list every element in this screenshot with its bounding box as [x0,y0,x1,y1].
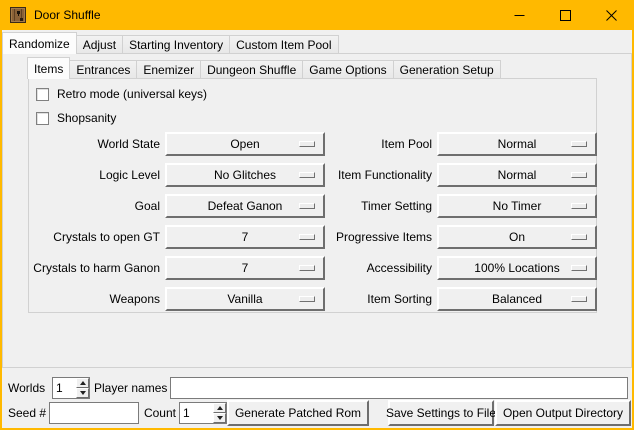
tab-items[interactable]: Items [27,57,70,79]
count-label: Count [136,402,176,424]
dropdown-indicator-icon [571,203,587,209]
world-state-dropdown[interactable]: Open [165,132,325,156]
minimize-icon [514,10,525,21]
dropdown-indicator-icon [299,265,315,271]
tab-custom-item-pool[interactable]: Custom Item Pool [229,35,338,54]
dropdown-indicator-icon [299,203,315,209]
tab-adjust[interactable]: Adjust [76,35,123,54]
open-output-directory-button[interactable]: Open Output Directory [495,400,631,426]
save-settings-button[interactable]: Save Settings to File [388,400,494,426]
count-spinner-arrows [213,403,226,423]
worlds-spinner-arrows [76,378,89,398]
secondary-tab-bar: Items Entrances Enemizer Dungeon Shuffle… [28,57,501,79]
accessibility-dropdown[interactable]: 100% Locations [437,256,597,280]
count-input[interactable] [180,403,212,423]
retro-mode-label: Retro mode (universal keys) [57,87,207,101]
item-sorting-dropdown[interactable]: Balanced [437,287,597,311]
dropdown-indicator-icon [571,296,587,302]
goal-dropdown[interactable]: Defeat Ganon [165,194,325,218]
player-names-input[interactable] [170,377,628,399]
minimize-button[interactable] [496,0,542,30]
item-sorting-label: Item Sorting [320,287,432,311]
window-controls [496,0,634,30]
spin-up-button[interactable] [213,403,226,413]
progressive-items-label: Progressive Items [320,225,432,249]
worlds-spinbox[interactable] [52,377,90,399]
crystals-gt-dropdown[interactable]: 7 [165,225,325,249]
dropdown-indicator-icon [571,234,587,240]
player-names-label: Player names [94,377,167,399]
worlds-label: Worlds [8,377,45,399]
triangle-down-icon [80,391,86,395]
dropdown-indicator-icon [571,141,587,147]
retro-mode-checkbox[interactable] [36,88,49,101]
titlebar[interactable]: Door Shuffle [0,0,634,30]
crystals-ganon-dropdown[interactable]: 7 [165,256,325,280]
dropdown-indicator-icon [299,296,315,302]
spin-down-button[interactable] [213,413,226,423]
item-pool-dropdown[interactable]: Normal [437,132,597,156]
content-area: Randomize Adjust Starting Inventory Cust… [2,30,632,428]
worlds-input[interactable] [53,378,75,398]
close-icon [606,10,617,21]
dropdown-indicator-icon [571,265,587,271]
crystals-gt-label: Crystals to open GT [20,225,160,249]
primary-tab-bar: Randomize Adjust Starting Inventory Cust… [3,32,339,54]
weapons-label: Weapons [20,287,160,311]
crystals-ganon-label: Crystals to harm Ganon [20,256,160,280]
tab-entrances[interactable]: Entrances [69,60,137,79]
item-pool-label: Item Pool [320,132,432,156]
progressive-items-dropdown[interactable]: On [437,225,597,249]
maximize-icon [560,10,571,21]
weapons-dropdown[interactable]: Vanilla [165,287,325,311]
maximize-button[interactable] [542,0,588,30]
spin-down-button[interactable] [76,388,89,398]
generate-patched-rom-button[interactable]: Generate Patched Rom [227,400,369,426]
tab-starting-inventory[interactable]: Starting Inventory [122,35,230,54]
retro-mode-row: Retro mode (universal keys) [36,86,207,102]
spin-up-button[interactable] [76,378,89,388]
shopsanity-checkbox[interactable] [36,112,49,125]
tab-randomize[interactable]: Randomize [2,32,77,54]
dropdown-indicator-icon [299,141,315,147]
count-spinbox[interactable] [179,402,227,424]
triangle-down-icon [217,416,223,420]
timer-setting-dropdown[interactable]: No Timer [437,194,597,218]
tab-generation-setup[interactable]: Generation Setup [393,60,501,79]
timer-setting-label: Timer Setting [320,194,432,218]
triangle-up-icon [217,406,223,410]
door-icon [10,7,26,23]
shopsanity-row: Shopsanity [36,110,116,126]
door-shuffle-window: Door Shuffle Rando [0,0,634,430]
seed-input[interactable] [49,402,139,424]
triangle-up-icon [80,381,86,385]
tab-enemizer[interactable]: Enemizer [136,60,201,79]
close-button[interactable] [588,0,634,30]
item-functionality-label: Item Functionality [320,163,432,187]
seed-label: Seed # [8,402,46,424]
logic-level-dropdown[interactable]: No Glitches [165,163,325,187]
dropdown-indicator-icon [299,234,315,240]
dropdown-indicator-icon [299,172,315,178]
item-functionality-dropdown[interactable]: Normal [437,163,597,187]
tab-game-options[interactable]: Game Options [302,60,393,79]
tab-dungeon-shuffle[interactable]: Dungeon Shuffle [200,60,303,79]
goal-label: Goal [20,194,160,218]
world-state-label: World State [20,132,160,156]
shopsanity-label: Shopsanity [57,111,116,125]
logic-level-label: Logic Level [20,163,160,187]
dropdown-indicator-icon [571,172,587,178]
window-title: Door Shuffle [34,0,101,30]
accessibility-label: Accessibility [320,256,432,280]
